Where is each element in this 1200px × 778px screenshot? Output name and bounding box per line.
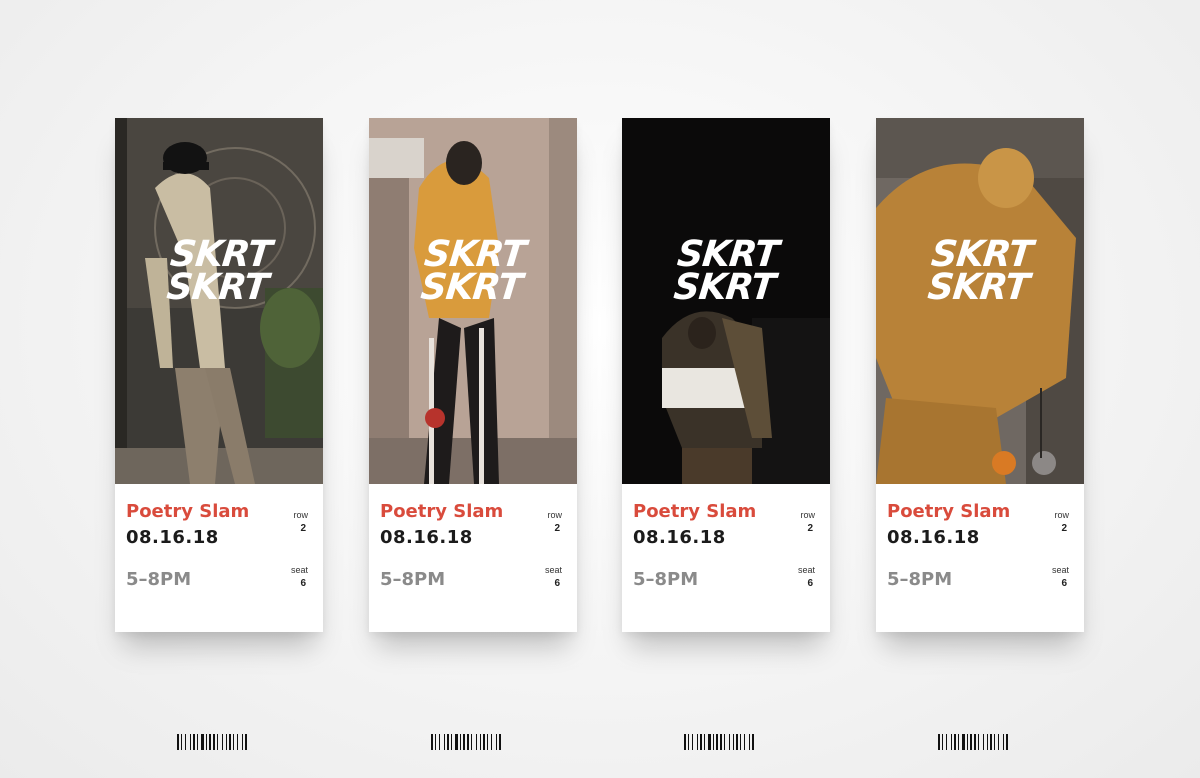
ticket-info-4: Poetry Slam 08.16.18 5–8PM row 2 seat 6: [876, 484, 1084, 750]
event-date: 08.16.18: [380, 527, 473, 548]
ticket-info-2: Poetry Slam 08.16.18 5–8PM row 2 seat 6: [369, 484, 577, 750]
row-value: 2: [300, 523, 306, 534]
ticket-2: SKRT SKRT Poetry Slam 08.16.18 5–8PM row…: [369, 118, 577, 750]
row-value: 2: [554, 523, 560, 534]
event-title: Poetry Slam: [380, 501, 504, 522]
seat-value: 6: [554, 578, 560, 589]
seat-label: seat: [797, 565, 815, 575]
ticket-1: SKRT SKRT Poetry Slam 08.16.18 5–8PM row…: [115, 118, 323, 750]
event-time: 5–8PM: [126, 569, 192, 590]
row-label: row: [547, 510, 562, 520]
row-label: row: [293, 510, 308, 520]
ticket-photo-4: SKRT SKRT: [876, 118, 1084, 484]
event-title: Poetry Slam: [633, 501, 757, 522]
logo-line-2: SKRT: [671, 267, 777, 308]
skrt-logo-3: SKRT SKRT: [622, 234, 830, 308]
ticket-photo-3: SKRT SKRT: [622, 118, 830, 484]
barcode-icon: [938, 734, 1008, 750]
event-title: Poetry Slam: [126, 501, 250, 522]
row-value: 2: [807, 523, 813, 534]
ticket-4: SKRT SKRT Poetry Slam 08.16.18 5–8PM row…: [876, 118, 1084, 750]
event-date: 08.16.18: [887, 527, 980, 548]
seat-label: seat: [544, 565, 562, 575]
seat-label: seat: [1051, 565, 1069, 575]
seat-value: 6: [1061, 578, 1067, 589]
barcode-icon: [684, 734, 754, 750]
logo-line-2: SKRT: [925, 267, 1031, 308]
row-value: 2: [1061, 523, 1067, 534]
event-time: 5–8PM: [633, 569, 699, 590]
seat-value: 6: [807, 578, 813, 589]
row-label: row: [1054, 510, 1069, 520]
logo-line-2: SKRT: [164, 267, 270, 308]
seat-label: seat: [290, 565, 308, 575]
barcode-icon: [431, 734, 501, 750]
event-title: Poetry Slam: [887, 501, 1011, 522]
ticket-info-3: Poetry Slam 08.16.18 5–8PM row 2 seat 6: [622, 484, 830, 750]
seat-value: 6: [300, 578, 306, 589]
event-date: 08.16.18: [633, 527, 726, 548]
skrt-logo-2: SKRT SKRT: [369, 234, 577, 308]
ticket-photo-2: SKRT SKRT: [369, 118, 577, 484]
event-time: 5–8PM: [887, 569, 953, 590]
barcode-icon: [177, 734, 247, 750]
event-date: 08.16.18: [126, 527, 219, 548]
skrt-logo-1: SKRT SKRT: [115, 234, 323, 308]
event-time: 5–8PM: [380, 569, 446, 590]
ticket-info-1: Poetry Slam 08.16.18 5–8PM row 2 seat 6: [115, 484, 323, 750]
ticket-3: SKRT SKRT Poetry Slam 08.16.18 5–8PM row…: [622, 118, 830, 750]
row-label: row: [800, 510, 815, 520]
logo-line-2: SKRT: [418, 267, 524, 308]
ticket-photo-1: SKRT SKRT: [115, 118, 323, 484]
skrt-logo-4: SKRT SKRT: [876, 234, 1084, 308]
